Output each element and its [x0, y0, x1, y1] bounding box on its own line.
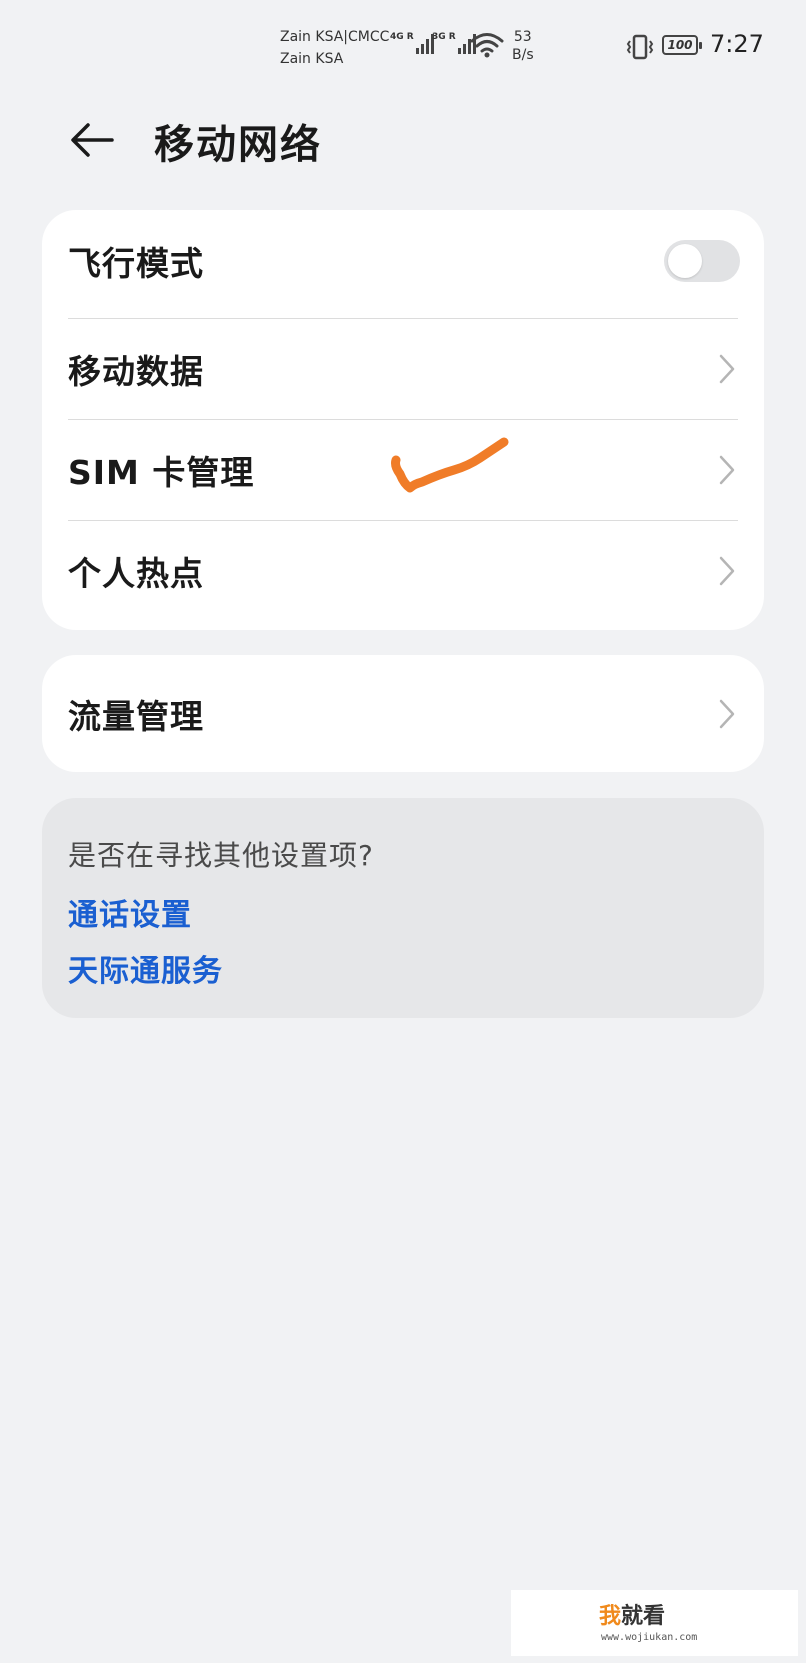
vibrate-icon [626, 34, 654, 60]
chevron-right-icon [719, 699, 735, 728]
chevron-right-icon [719, 556, 735, 585]
toggle-knob [668, 243, 702, 278]
sim2-network-type: 3G [432, 32, 446, 42]
watermark: 我就看 www.wojiukan.com [511, 1590, 798, 1656]
network-speed-value: 53 [513, 29, 532, 45]
arrow-left-icon [71, 123, 114, 157]
skytone-service-link[interactable]: 天际通服务 [68, 946, 223, 990]
watermark-brand-rest: 就看 [621, 1604, 666, 1629]
sim-management-label: SIM 卡管理 [68, 452, 255, 492]
suggestions-card: 是否在寻找其他设置项? 通话设置 天际通服务 [42, 798, 764, 1018]
page-header: 移动网络 [0, 100, 806, 180]
data-usage-label: 流量管理 [68, 696, 204, 736]
watermark-url: www.wojiukan.com [601, 1632, 698, 1643]
carrier-line-1: Zain KSA|CMCC [280, 29, 390, 45]
sim2-roaming: R [448, 32, 456, 42]
suggestions-question: 是否在寻找其他设置项? [68, 839, 374, 872]
chevron-right-icon [719, 354, 735, 383]
data-usage-row[interactable]: 流量管理 [42, 663, 764, 764]
battery-icon: 100 [662, 35, 702, 55]
sim1-signal-icon: 4G R [390, 32, 434, 54]
sim1-network-type: 4G [390, 32, 404, 42]
call-settings-link[interactable]: 通话设置 [68, 890, 192, 934]
airplane-mode-row[interactable]: 飞行模式 [42, 210, 764, 311]
status-bar: Zain KSA|CMCC Zain KSA 4G R 3G R 53 B/s … [0, 0, 806, 90]
carrier-info: Zain KSA|CMCC Zain KSA [280, 26, 389, 70]
data-usage-card: 流量管理 [42, 655, 764, 772]
network-speed-unit: B/s [512, 47, 534, 63]
airplane-mode-toggle[interactable] [664, 239, 740, 282]
back-button[interactable] [62, 110, 122, 170]
page-title: 移动网络 [154, 122, 322, 168]
battery-level: 100 [667, 38, 693, 52]
watermark-logo: 我就看 [599, 1598, 665, 1630]
carrier-line-2: Zain KSA [280, 51, 344, 67]
clock: 7:27 [710, 30, 764, 58]
hotspot-label: 个人热点 [68, 553, 204, 593]
watermark-brand-char1: 我 [599, 1604, 622, 1629]
sim1-roaming: R [406, 32, 414, 42]
network-speed: 53 B/s [512, 28, 534, 64]
chevron-right-icon [719, 455, 735, 484]
mobile-data-label: 移动数据 [68, 351, 204, 391]
airplane-mode-label: 飞行模式 [68, 243, 204, 283]
mobile-data-row[interactable]: 移动数据 [42, 318, 764, 419]
hotspot-row[interactable]: 个人热点 [42, 520, 764, 621]
network-settings-card: 飞行模式 移动数据 SIM 卡管理 个人热点 [42, 210, 764, 630]
annotation-checkmark-icon [391, 437, 509, 493]
wifi-icon [470, 33, 504, 58]
